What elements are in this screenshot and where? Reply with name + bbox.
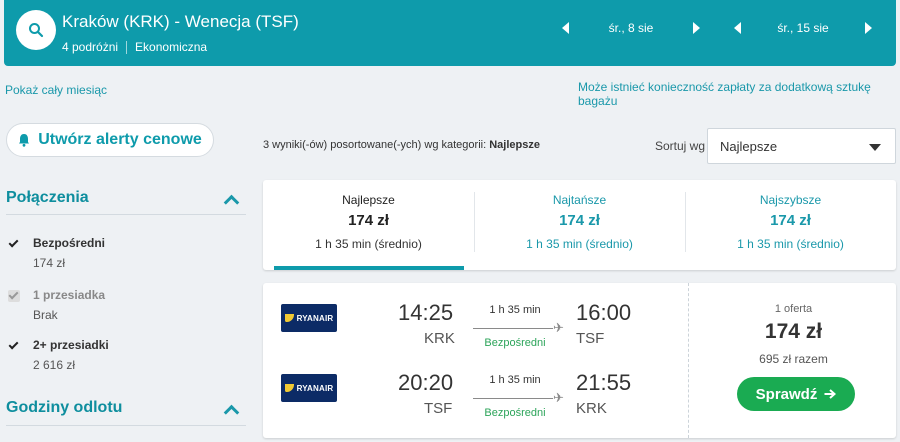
chevron-up-icon[interactable] — [223, 404, 240, 421]
airline-logo: RYANAIR — [281, 304, 337, 332]
divider — [126, 40, 128, 54]
create-price-alert-label: Utwórz alerty cenowe — [38, 131, 202, 148]
tab-cheapest[interactable]: Najtańsze 174 zł 1 h 35 min (średnio) — [474, 180, 685, 270]
harp-icon — [284, 384, 294, 392]
offer-total-price: 695 zł razem — [759, 352, 828, 366]
plane-icon: ✈ — [553, 320, 564, 335]
chevron-down-icon — [869, 144, 881, 151]
tab-name: Najszybsze — [759, 193, 822, 207]
departure-airport: TSF — [424, 400, 453, 417]
sort-selected-value: Najlepsze — [720, 138, 778, 154]
plane-icon: ✈ — [553, 390, 564, 405]
flight-duration: 1 h 35 min — [489, 304, 541, 316]
filter-option-label: Bezpośredni — [33, 236, 106, 250]
show-whole-month-link[interactable]: Pokaż cały miesiąc — [5, 83, 107, 97]
next-return-date-icon[interactable] — [865, 22, 872, 34]
active-tab-indicator — [274, 266, 464, 270]
return-date[interactable]: śr., 15 sie — [741, 21, 865, 35]
airline-name: RYANAIR — [296, 383, 334, 393]
divider — [688, 283, 689, 438]
checkmark-icon — [8, 289, 19, 300]
divider — [6, 214, 246, 215]
stops-label: Bezpośredni — [484, 407, 546, 419]
prev-return-date-icon[interactable] — [734, 22, 741, 34]
tab-fastest[interactable]: Najszybsze 174 zł 1 h 35 min (średnio) — [685, 180, 896, 270]
prev-depart-date-icon[interactable] — [562, 22, 569, 34]
tab-price: 174 zł — [770, 212, 811, 229]
tab-price: 174 zł — [348, 212, 389, 229]
next-depart-date-icon[interactable] — [693, 22, 700, 34]
airline-name: RYANAIR — [296, 313, 334, 323]
sort-label: Sortuj wg — [655, 139, 706, 153]
sort-select[interactable]: Najlepsze — [707, 128, 896, 164]
checkmark-icon — [8, 339, 19, 350]
baggage-fee-link[interactable]: Może istnieć konieczność zapłaty za doda… — [578, 80, 900, 108]
arrival-airport: KRK — [576, 400, 607, 417]
filter-option-price: Brak — [33, 308, 58, 322]
route-title[interactable]: Kraków (KRK) - Wenecja (TSF) — [62, 12, 299, 32]
departure-time: 14:25 — [398, 300, 454, 325]
stops-label: Bezpośredni — [484, 337, 546, 349]
departure-time: 20:20 — [398, 370, 454, 395]
tab-duration: 1 h 35 min (średnio) — [526, 237, 633, 251]
check-offer-label: Sprawdź — [755, 385, 818, 403]
arrival-time: 21:55 — [576, 370, 632, 395]
harp-icon — [284, 314, 294, 322]
offer-count[interactable]: 1 oferta — [691, 303, 896, 315]
chevron-up-icon[interactable] — [223, 194, 240, 211]
arrival-time: 16:00 — [576, 300, 632, 325]
search-summary-header[interactable]: Kraków (KRK) - Wenecja (TSF) 4 podróżni … — [4, 0, 896, 66]
filter-option-label: 1 przesiadka — [33, 288, 106, 302]
tab-price: 174 zł — [559, 212, 600, 229]
tab-duration: 1 h 35 min (średnio) — [315, 237, 422, 251]
tab-best[interactable]: Najlepsze 174 zł 1 h 35 min (średnio) — [263, 180, 474, 270]
search-button[interactable] — [16, 10, 56, 50]
arrival-airport: TSF — [576, 330, 605, 347]
results-category: Najlepsze — [489, 139, 540, 151]
checkmark-icon — [8, 237, 19, 248]
cabin-class[interactable]: Ekonomiczna — [135, 40, 207, 54]
create-price-alert-button[interactable]: Utwórz alerty cenowe — [6, 123, 214, 157]
filter-option-price: 2 616 zł — [33, 358, 76, 372]
sort-category-tabs: Najlepsze 174 zł 1 h 35 min (średnio) Na… — [263, 180, 896, 270]
departure-airport: KRK — [424, 330, 455, 347]
flight-path-line — [473, 398, 553, 399]
offer-price: 174 zł — [764, 320, 823, 343]
depart-date[interactable]: śr., 8 sie — [569, 21, 693, 35]
connections-filter-title[interactable]: Połączenia — [6, 189, 89, 207]
arrow-right-icon — [824, 389, 837, 399]
search-details: 4 podróżni Ekonomiczna — [62, 40, 207, 54]
checkbox-direct[interactable] — [8, 237, 20, 250]
depart-date-nav: śr., 8 sie — [562, 18, 700, 38]
flight-path-line — [473, 328, 553, 329]
checkbox-one-stop — [8, 289, 20, 302]
travelers-count[interactable]: 4 podróżni — [62, 40, 118, 54]
filter-option-price: 174 zł — [33, 256, 66, 270]
bell-icon — [19, 134, 30, 147]
flight-duration: 1 h 35 min — [489, 374, 541, 386]
airline-logo: RYANAIR — [281, 374, 337, 402]
checkbox-two-plus-stops[interactable] — [8, 339, 20, 352]
departure-times-filter-title[interactable]: Godziny odlotu — [6, 399, 122, 417]
results-summary: 3 wyniki(-ów) posortowane(-ych) wg kateg… — [263, 139, 540, 151]
return-date-nav: śr., 15 sie — [734, 18, 872, 38]
tab-name: Najtańsze — [552, 193, 607, 207]
search-icon — [29, 23, 44, 38]
flight-result-card[interactable]: RYANAIR 14:25 KRK 1 h 35 min ✈ Bezpośred… — [263, 283, 896, 438]
tab-name: Najlepsze — [342, 193, 395, 207]
divider — [6, 425, 246, 426]
check-offer-button[interactable]: Sprawdź — [737, 377, 855, 411]
tab-duration: 1 h 35 min (średnio) — [737, 237, 844, 251]
filter-option-label: 2+ przesiadki — [33, 338, 109, 352]
